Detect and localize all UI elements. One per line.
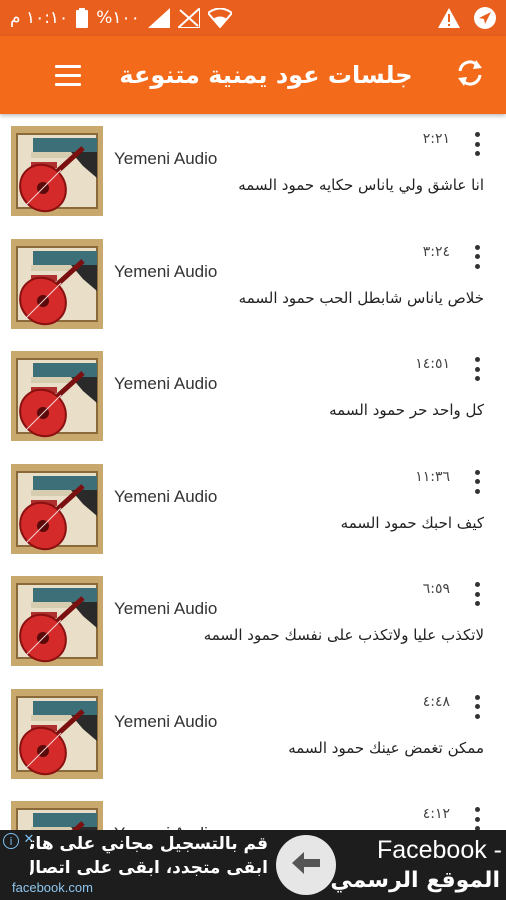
track-title: خلاص ياناس شابطل الحب حمود السمه [238, 288, 484, 307]
track-title: كل واحد حر حمود السمه [329, 401, 484, 419]
no-sim-icon [177, 8, 200, 28]
app-title: جلسات عود يمنية متنوعة [119, 61, 413, 89]
oud-thumbnail [11, 801, 103, 830]
oud-thumbnail [11, 576, 103, 666]
track-item[interactable]: Yemeni Audio لاتكذب عليا ولاتكذب على نفس… [0, 564, 506, 677]
track-duration: ٦:٥٩ [422, 581, 450, 597]
track-duration: ٤:١٢ [422, 806, 450, 822]
track-duration: ٢:٢١ [422, 131, 450, 147]
track-duration: ١١:٣٦ [415, 468, 450, 485]
track-item[interactable]: Yemeni Audio انا عاشق ولي ياناس حكايه حم… [0, 114, 506, 227]
oud-thumbnail [11, 351, 103, 441]
menu-button[interactable] [49, 55, 89, 95]
wifi-icon [207, 8, 232, 28]
ad-banner[interactable]: i ✕ قم بالتسجيل مجاني على هاتفك ابقى متج… [0, 830, 506, 900]
oud-thumbnail [11, 463, 103, 554]
track-list[interactable]: Yemeni Audio انا عاشق ولي ياناس حكايه حم… [0, 114, 506, 830]
ad-arrow-button[interactable] [276, 835, 336, 895]
oud-thumbnail [11, 126, 103, 216]
status-time: ١٠:١٠ م [10, 8, 69, 28]
track-source: Yemeni Audio [114, 599, 218, 618]
info-icon[interactable]: i [3, 833, 19, 849]
refresh-icon [454, 57, 486, 93]
status-bar: ١٠:١٠ م %١٠٠ [0, 0, 506, 36]
signal-icon [147, 8, 170, 28]
more-options-button[interactable] [470, 693, 484, 721]
track-item[interactable]: Yemeni Audio ٤:١٢ [0, 789, 506, 830]
track-source: Yemeni Audio [114, 486, 218, 506]
status-left: ١٠:١٠ م %١٠٠ [10, 8, 232, 28]
oud-thumbnail [11, 238, 103, 329]
track-source: Yemeni Audio [114, 711, 218, 731]
track-item[interactable]: Yemeni Audio ممكن تغمض عينك حمود السمه ٤… [0, 677, 506, 790]
navigation-icon [474, 7, 496, 29]
more-options-button[interactable] [470, 243, 484, 271]
more-options-button[interactable] [470, 580, 484, 608]
track-source: Yemeni Audio [114, 261, 218, 281]
track-title: كيف احبك حمود السمه [340, 513, 484, 532]
track-duration: ٤:٤٨ [422, 693, 450, 710]
ad-headline: قم بالتسجيل مجاني على هاتفك [30, 834, 268, 854]
track-title: لاتكذب عليا ولاتكذب على نفسك حمود السمه [203, 626, 484, 644]
track-title: ممكن تغمض عينك حمود السمه [288, 738, 484, 757]
track-duration: ١٤:٥١ [415, 356, 450, 372]
more-options-button[interactable] [470, 355, 484, 383]
track-source: Yemeni Audio [114, 374, 218, 393]
track-item[interactable]: Yemeni Audio كل واحد حر حمود السمه ١٤:٥١ [0, 339, 506, 452]
ad-brand: Facebook - [376, 836, 502, 864]
warning-icon [438, 8, 460, 28]
track-duration: ٣:٢٤ [422, 243, 450, 260]
more-options-button[interactable] [470, 468, 484, 496]
battery-percent: %١٠٠ [96, 8, 140, 28]
battery-icon [76, 8, 89, 28]
refresh-button[interactable] [448, 53, 492, 97]
app-bar: جلسات عود يمنية متنوعة [0, 36, 506, 114]
arrow-left-icon [292, 852, 320, 878]
track-title: انا عاشق ولي ياناس حكايه حمود السمه [238, 176, 484, 194]
ad-subline: ابقى متجدد، ابقى على اتصال. [30, 858, 268, 878]
ad-official-site: الموقع الرسمي [330, 868, 500, 893]
status-right [438, 7, 496, 29]
oud-thumbnail [11, 688, 103, 779]
track-item[interactable]: Yemeni Audio خلاص ياناس شابطل الحب حمود … [0, 227, 506, 340]
more-options-button[interactable] [470, 130, 484, 158]
track-item[interactable]: Yemeni Audio كيف احبك حمود السمه ١١:٣٦ [0, 452, 506, 565]
ad-domain: facebook.com [12, 880, 93, 895]
track-source: Yemeni Audio [114, 149, 218, 168]
more-options-button[interactable] [470, 805, 484, 830]
